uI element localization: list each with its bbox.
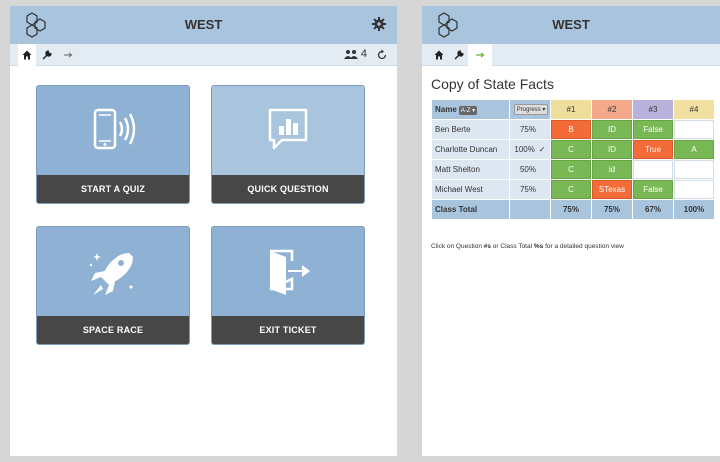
class-total-2[interactable]: 75% [592,200,632,219]
home-icon [434,50,444,60]
exit-ticket-label: EXIT TICKET [212,316,364,344]
table-row[interactable]: Ben Berte 75% B ID False [432,120,714,139]
class-title: WEST [184,17,223,32]
report-panel: WEST Copy of State Facts Name A-Z ▾ Progr… [422,6,720,456]
tab-home[interactable] [430,44,448,66]
question-header-3[interactable]: #3 [633,100,673,119]
home-icon [22,50,32,60]
class-total-progress [510,200,550,219]
answer-cell[interactable]: C [551,140,591,159]
tab-bar: 4 [10,44,397,66]
progress-value: 75% [519,125,536,134]
quick-question-tile[interactable]: QUICK QUESTION [211,85,365,204]
arrow-right-icon [64,52,73,58]
app-header: WEST [10,6,397,44]
progress-select-value: Progress [516,107,541,113]
question-header-1[interactable]: #1 [551,100,591,119]
answer-cell[interactable] [633,160,673,179]
report-header: WEST [422,6,720,44]
tab-bar [422,44,720,66]
progress-header[interactable]: Progress ▾ [510,100,550,119]
class-total-label: Class Total [432,200,509,219]
wrench-icon [42,50,52,60]
table-row[interactable]: Matt Shelton 50% Cid [432,160,714,179]
class-total-3[interactable]: 67% [633,200,673,219]
start-quiz-tile[interactable]: START A QUIZ [36,85,190,204]
class-title: WEST [552,17,590,32]
student-count-value: 4 [360,48,367,60]
answer-cell[interactable] [674,180,714,199]
student-rows: Ben Berte 75% B ID False Charlotte Duncan 100%… [432,120,714,199]
tab-arrow[interactable] [468,44,492,66]
help-text: Click on Question #s or Class Total %s f… [431,243,624,250]
hint-prefix: Click on Question [431,243,484,250]
tab-tools[interactable] [38,44,56,66]
tab-home[interactable] [18,44,36,66]
answer-cell[interactable]: id [592,160,632,179]
question-header-4[interactable]: #4 [674,100,714,119]
answer-cell[interactable]: C [551,180,591,199]
name-header-label: Name [435,104,457,114]
sort-select-value: A-Z [460,107,471,114]
table-row[interactable]: Charlotte Duncan 100% ✓ C ID True A [432,140,714,159]
class-total-row: Class Total 75% 75% 67% 100% [432,200,714,219]
answer-cell[interactable] [674,160,714,179]
phone-signal-icon [93,108,136,150]
table-header-row: Name A-Z ▾ Progress ▾ #1 #2 #3 #4 [432,100,714,119]
name-header: Name A-Z ▾ [432,100,509,119]
hint-suffix: for a detailed question view [543,243,624,250]
report-title: Copy of State Facts [431,76,554,92]
progress-value: 75% [519,185,536,194]
hint-mid: or Class Total [490,243,534,250]
tab-tools[interactable] [450,44,468,66]
results-table: Name A-Z ▾ Progress ▾ #1 #2 #3 #4 Ben Ber… [431,99,715,220]
chart-bubble-icon [268,108,308,150]
student-progress: 75% [510,180,550,199]
progress-value: 100% [514,145,535,154]
tab-arrow[interactable] [56,44,80,66]
student-progress: 100% ✓ [510,140,550,159]
answer-cell[interactable]: STexas [592,180,632,199]
answer-cell[interactable]: True [633,140,673,159]
student-progress: 50% [510,160,550,179]
refresh-icon[interactable] [376,49,388,61]
question-header-2[interactable]: #2 [592,100,632,119]
exit-ticket-tile[interactable]: EXIT TICKET [211,226,365,345]
class-total-4[interactable]: 100% [674,200,714,219]
student-name[interactable]: Matt Shelton [432,160,509,179]
main-menu-panel: WEST 4 START A QUIZ QUICK QUESTION SPACE… [10,6,397,456]
space-race-label: SPACE RACE [37,316,189,344]
gear-icon[interactable] [371,16,387,32]
table-row[interactable]: Michael West 75% C STexas False [432,180,714,199]
answer-cell[interactable]: ID [592,120,632,139]
answer-cell[interactable] [674,120,714,139]
rocket-icon [89,253,133,295]
sort-select[interactable]: A-Z ▾ [458,105,478,115]
answer-cell[interactable]: False [633,180,673,199]
answer-cell[interactable]: B [551,120,591,139]
progress-value: 50% [519,165,536,174]
student-name[interactable]: Ben Berte [432,120,509,139]
answer-cell[interactable]: A [674,140,714,159]
complete-check-icon: ✓ [538,145,546,154]
quick-question-label: QUICK QUESTION [212,175,364,203]
student-name[interactable]: Michael West [432,180,509,199]
answer-cell[interactable]: C [551,160,591,179]
answer-cell[interactable]: ID [592,140,632,159]
student-progress: 75% [510,120,550,139]
space-race-tile[interactable]: SPACE RACE [36,226,190,345]
wrench-icon [454,50,464,60]
hint-questions: #s [483,243,491,250]
student-count: 4 [343,48,367,60]
progress-select[interactable]: Progress ▾ [513,104,549,115]
start-quiz-label: START A QUIZ [37,175,189,203]
hint-totals: %s [533,243,544,250]
class-total-1[interactable]: 75% [551,200,591,219]
students-icon [343,50,358,59]
exit-door-icon [269,249,310,295]
arrow-right-icon [476,52,485,58]
student-name[interactable]: Charlotte Duncan [432,140,509,159]
answer-cell[interactable]: False [633,120,673,139]
